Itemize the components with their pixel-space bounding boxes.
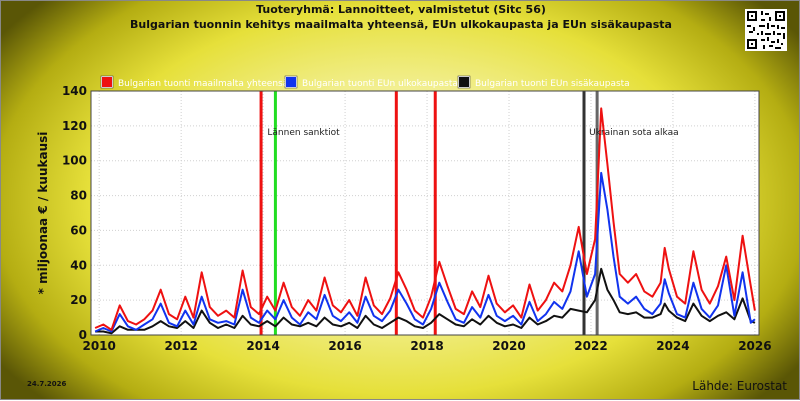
x-tick-label: 2026 xyxy=(738,339,771,353)
x-tick-label: 2022 xyxy=(574,339,607,353)
date-label: 24.7.2026 xyxy=(27,380,67,388)
legend: Bulgarian tuonti maailmalta yhteensä Bulg… xyxy=(100,75,630,89)
x-tick-label: 2010 xyxy=(82,339,115,353)
x-tick-label: 2014 xyxy=(246,339,279,353)
x-tick-label: 2016 xyxy=(328,339,361,353)
y-tick-label: 80 xyxy=(70,189,87,203)
chart-frame: Tuoteryhmä: Lannoitteet, valmistetut (Si… xyxy=(0,0,800,400)
legend-swatch xyxy=(286,77,296,87)
legend-label: Bulgarian tuonti maailmalta yhteensä xyxy=(118,79,288,89)
source-label: Lähde: Eurostat xyxy=(692,379,787,393)
y-tick-label: 40 xyxy=(70,258,87,272)
chart-svg: 020406080100120140 2010 2012 2014 2016 2018 2… xyxy=(62,75,772,353)
x-axis-ticks: 2010 2012 2014 2016 2018 2020 2022 2024 2026 xyxy=(82,339,771,353)
y-tick-label: 20 xyxy=(70,293,87,307)
event-annotation: Ukrainan sota alkaa xyxy=(589,128,679,138)
y-tick-label: 60 xyxy=(70,223,87,237)
legend-label: Bulgarian tuonti EUn sisäkaupasta xyxy=(475,79,630,89)
y-axis-ticks: 020406080100120140 xyxy=(62,84,87,342)
x-tick-label: 2024 xyxy=(656,339,689,353)
legend-swatch xyxy=(459,77,469,87)
y-axis-label: * miljoonaa € / kuukausi xyxy=(36,131,50,295)
legend-label: Bulgarian tuonti EUn ulkokaupasta xyxy=(302,79,458,89)
legend-swatch xyxy=(102,77,112,87)
x-tick-label: 2012 xyxy=(164,339,197,353)
x-tick-label: 2020 xyxy=(492,339,525,353)
x-tick-label: 2018 xyxy=(410,339,443,353)
y-tick-label: 140 xyxy=(62,84,87,98)
y-tick-label: 120 xyxy=(62,119,87,133)
y-tick-label: 100 xyxy=(62,154,87,168)
event-annotation: Lännen sanktiot xyxy=(267,128,340,138)
